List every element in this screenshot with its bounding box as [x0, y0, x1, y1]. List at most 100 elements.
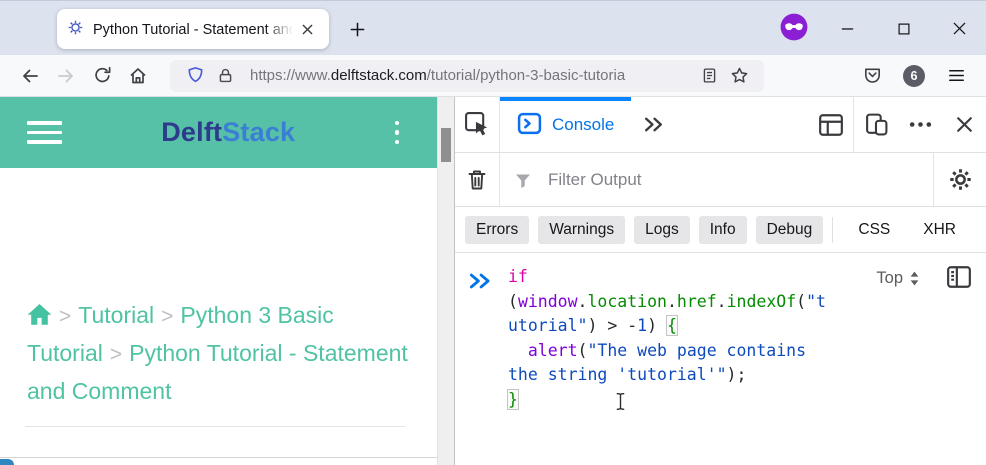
tab-console[interactable]: Console	[500, 97, 632, 152]
browser-navbar: https://www. delftstack.com /tutorial/py…	[0, 55, 986, 97]
filter-info-button[interactable]: Info	[698, 215, 747, 244]
clear-console-trash-icon[interactable]	[455, 153, 499, 206]
browser-tab[interactable]: Python Tutorial - Statement and	[57, 9, 329, 49]
console-code-line: if	[508, 265, 826, 290]
code-token-str: "t	[806, 291, 826, 311]
tab-title: Python Tutorial - Statement and	[93, 21, 294, 38]
private-browsing-icon	[780, 13, 808, 44]
tracking-shield-icon[interactable]	[180, 59, 210, 93]
window-controls	[780, 1, 976, 56]
toolbar-separator	[499, 153, 500, 206]
breadcrumb-link-tutorial[interactable]: Tutorial	[78, 302, 154, 328]
reader-mode-icon[interactable]	[694, 59, 724, 93]
bookmark-star-icon[interactable]	[724, 59, 754, 93]
console-settings-gear-icon[interactable]	[934, 153, 986, 206]
site-logo-delft: Delft	[161, 117, 223, 147]
browser-titlebar: Python Tutorial - Statement and	[0, 0, 986, 55]
window-close-button[interactable]	[943, 12, 976, 45]
split-console-icon[interactable]	[809, 97, 853, 152]
context-label: Top	[876, 269, 903, 287]
back-button[interactable]	[12, 59, 48, 93]
filter-xhr-toggle[interactable]: XHR	[921, 216, 958, 244]
page-scrollbar[interactable]	[437, 97, 454, 465]
site-logo[interactable]: DelftStack	[62, 117, 395, 148]
extensions-badge[interactable]: 6	[903, 64, 925, 87]
reload-button[interactable]	[84, 59, 120, 93]
code-token-prop: href	[676, 291, 717, 311]
scrollbar-thumb[interactable]	[441, 128, 451, 162]
code-token-var: alert	[527, 340, 578, 360]
code-token-brace: {	[665, 315, 678, 337]
site-logo-stack: Stack	[222, 117, 296, 147]
tab-title-wrap: Python Tutorial - Statement and	[93, 20, 294, 38]
breadcrumb: > Tutorial > Python 3 Basic Tutorial > Python…	[27, 297, 419, 409]
console-filter-buttons: Errors Warnings Logs Info Debug CSS XHR	[455, 207, 986, 253]
console-prompt-icon	[467, 270, 493, 295]
pocket-icon[interactable]	[854, 59, 890, 93]
lock-icon[interactable]	[210, 59, 240, 93]
code-token-p: (	[508, 291, 518, 311]
tab-close-icon[interactable]	[295, 17, 319, 41]
console-tab-icon	[517, 111, 542, 139]
devtools-meatball-menu-icon[interactable]	[898, 97, 942, 152]
filter-logs-button[interactable]: Logs	[634, 215, 690, 244]
code-token-p: );	[726, 365, 747, 385]
page-divider	[25, 426, 405, 427]
url-scheme: https://www.	[250, 67, 331, 84]
updown-arrows-icon	[910, 271, 919, 286]
code-token-brace: }	[507, 388, 519, 410]
filter-errors-button[interactable]: Errors	[465, 215, 530, 244]
site-kebab-menu-icon[interactable]	[394, 120, 399, 145]
code-token-p: .	[577, 291, 588, 311]
evaluation-context-selector[interactable]: Top	[876, 269, 920, 288]
url-domain: delftstack.com	[330, 67, 427, 84]
filter-css-toggle[interactable]: CSS	[856, 216, 892, 244]
devtools-toolbar-right	[809, 97, 986, 152]
content-area: DelftStack > Tutorial > Python 3 Basic Tuto…	[0, 97, 986, 465]
console-code-line: }	[507, 388, 826, 413]
code-token-p: (	[577, 340, 588, 360]
responsive-design-icon[interactable]	[854, 97, 898, 152]
site-menu-icon[interactable]	[27, 121, 62, 144]
new-tab-button[interactable]	[342, 15, 372, 43]
more-tabs-chevron-icon[interactable]	[631, 97, 675, 152]
forward-button[interactable]	[48, 59, 84, 93]
tab-title-fade	[265, 20, 294, 38]
code-token-prop: location	[587, 291, 667, 311]
filter-debug-button[interactable]: Debug	[755, 215, 824, 244]
url-bar[interactable]: https://www. delftstack.com /tutorial/py…	[170, 59, 764, 93]
window-minimize-button[interactable]	[831, 12, 864, 45]
filter-separator	[832, 216, 834, 243]
console-filter-row	[455, 153, 986, 207]
page-bottom-divider	[0, 457, 437, 458]
window-maximize-button[interactable]	[887, 12, 920, 45]
code-token-str: "The web page contains	[587, 340, 807, 360]
code-token-var: window	[517, 291, 578, 311]
breadcrumb-separator: >	[161, 305, 174, 328]
text-ibeam-cursor	[615, 392, 626, 414]
code-token-p: ) > -	[587, 316, 638, 336]
code-token-p: )	[647, 316, 667, 336]
console-code[interactable]: if (window.location.href.indexOf("t utoria…	[507, 265, 826, 413]
home-icon[interactable]	[27, 302, 52, 328]
url-path: /tutorial/python-3-basic-tutoria	[426, 67, 626, 84]
filter-output-input[interactable]	[548, 169, 933, 190]
code-token-num: 1	[637, 316, 648, 336]
filter-funnel-icon	[506, 153, 540, 206]
devtools-close-icon[interactable]	[942, 97, 986, 152]
favicon-gear-icon	[67, 19, 84, 39]
console-code-line: (window.location.href.indexOf("t	[508, 290, 826, 315]
home-button[interactable]	[120, 59, 156, 93]
console-input-area[interactable]: if (window.location.href.indexOf("t utoria…	[455, 253, 986, 465]
webpage-viewport: DelftStack > Tutorial > Python 3 Basic Tuto…	[0, 97, 437, 465]
console-code-line: alert("The web page contains	[508, 339, 826, 364]
console-sidebar-toggle-icon[interactable]	[946, 265, 972, 292]
filter-warnings-button[interactable]: Warnings	[538, 215, 626, 244]
url-text: https://www. delftstack.com /tutorial/py…	[250, 67, 686, 84]
site-header: DelftStack	[0, 97, 437, 168]
console-code-line: the string 'tutorial'");	[508, 363, 826, 388]
url-fade	[656, 67, 686, 84]
inspect-element-icon[interactable]	[455, 97, 499, 152]
app-menu-button[interactable]	[938, 59, 974, 93]
breadcrumb-separator: >	[59, 305, 72, 328]
